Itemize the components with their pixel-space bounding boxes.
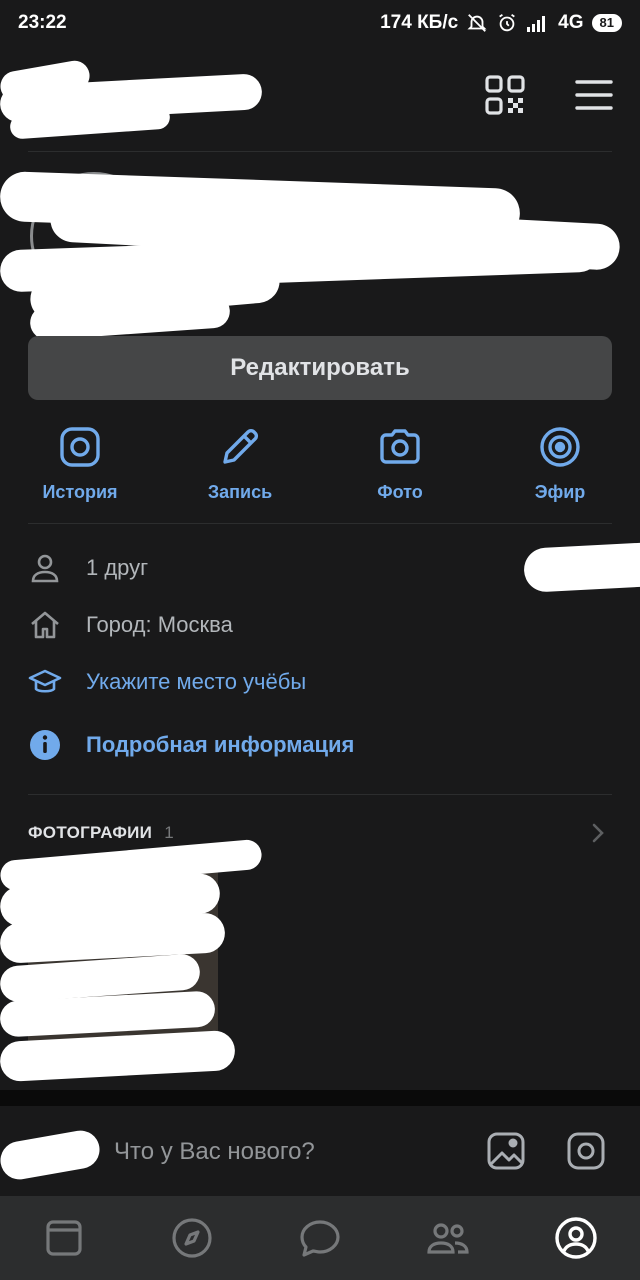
action-label: Фото: [377, 482, 423, 502]
hamburger-menu-icon[interactable]: [574, 74, 614, 116]
action-photo[interactable]: Фото: [320, 418, 480, 518]
action-label: История: [42, 482, 118, 502]
action-label: Запись: [207, 482, 273, 502]
tab-friends[interactable]: [384, 1196, 512, 1280]
signal-icon: [527, 16, 546, 32]
info-city: Город: Москва: [28, 605, 612, 645]
education-link: Укажите место учёбы: [86, 669, 307, 694]
action-label: Эфир: [534, 482, 586, 502]
alarm-icon: [499, 13, 516, 32]
chevron-right-icon: [592, 823, 604, 843]
post-composer[interactable]: Что у Вас нового?: [0, 1106, 640, 1196]
photos-title: ФОТОГРАФИИ: [28, 823, 153, 842]
person-icon: [31, 554, 59, 583]
home-icon: [31, 611, 59, 639]
instagram-story-icon: [60, 427, 100, 467]
quick-actions: История Запись Фото Эфир: [0, 418, 640, 518]
redaction-mark: [522, 541, 640, 593]
bottom-tab-bar: [0, 1196, 640, 1280]
edit-profile-button[interactable]: Редактировать: [28, 336, 612, 400]
status-bar: 23:22 174 КБ/с 4G 81: [0, 0, 640, 46]
messages-icon: [300, 1220, 340, 1257]
photos-count: 1: [164, 823, 174, 842]
mute-icon: [467, 14, 487, 32]
photos-header[interactable]: ФОТОГРАФИИ 1: [28, 818, 612, 848]
divider: [28, 794, 612, 795]
status-right: 174 КБ/с 4G 81: [380, 12, 622, 34]
battery-icon: 81: [591, 14, 622, 32]
info-education[interactable]: Укажите место учёбы: [28, 662, 612, 702]
status-time: 23:22: [18, 12, 67, 33]
profile-icon: [555, 1217, 597, 1259]
camera-icon: [380, 429, 420, 464]
city-text: Город: Москва: [86, 612, 233, 637]
tab-messages[interactable]: [256, 1196, 384, 1280]
action-post[interactable]: Запись: [160, 418, 320, 518]
friends-count: 1 друг: [86, 555, 149, 580]
network-type: 4G: [558, 12, 584, 33]
live-broadcast-icon: [540, 427, 580, 467]
redaction-mark: [0, 1127, 103, 1183]
composer-placeholder[interactable]: Что у Вас нового?: [114, 1138, 315, 1166]
graduation-cap-icon: [28, 669, 62, 693]
tab-news[interactable]: [0, 1196, 128, 1280]
action-live[interactable]: Эфир: [480, 418, 640, 518]
tab-profile[interactable]: [512, 1196, 640, 1280]
story-camera-icon[interactable]: [566, 1131, 606, 1171]
tab-explore[interactable]: [128, 1196, 256, 1280]
section-separator: [0, 1090, 640, 1106]
divider: [28, 523, 612, 524]
info-details[interactable]: Подробная информация: [28, 725, 612, 765]
friends-icon: [427, 1223, 469, 1254]
details-link: Подробная информация: [86, 732, 355, 757]
info-icon: [30, 730, 60, 760]
pencil-icon: [223, 429, 258, 464]
explore-compass-icon: [172, 1218, 212, 1258]
divider: [28, 151, 612, 152]
network-speed: 174 КБ/с: [380, 12, 459, 33]
action-story[interactable]: История: [0, 418, 160, 518]
qr-code-icon[interactable]: [484, 74, 526, 116]
news-icon: [46, 1220, 82, 1256]
image-icon[interactable]: [486, 1131, 526, 1171]
